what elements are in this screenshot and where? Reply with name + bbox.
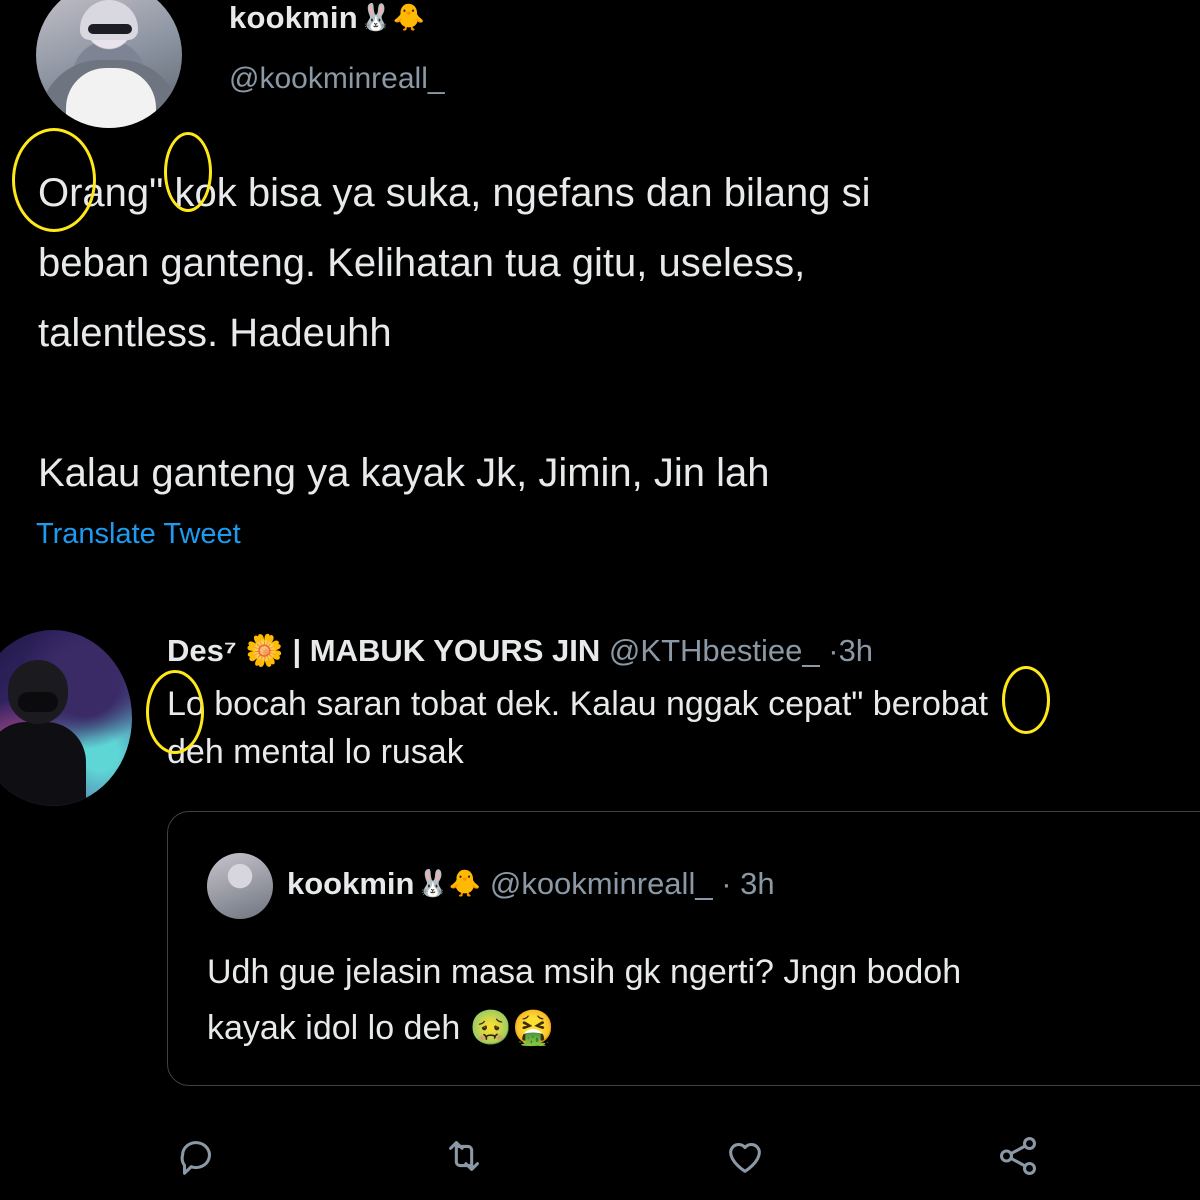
quoted-author-name: kookmin [287,866,415,901]
reply-header: Des⁷ 🌼 | MABUK YOURS JIN @KTHbestiee_ ·3… [167,632,873,669]
quoted-author-handle: @kookminreall_ [489,866,713,901]
annotation-circle [164,132,212,212]
author-name[interactable]: kookmin🐰🐥 [229,0,425,36]
quoted-separator: · [721,866,732,901]
quoted-header: kookmin🐰🐥 @kookminreall_ · 3h [287,866,775,902]
quoted-text: Udh gue jelasin masa msih gk ngerti? Jng… [207,953,962,1047]
heart-icon [729,1142,761,1173]
annotation-circle [146,670,204,754]
author-handle[interactable]: @kookminreall_ [229,62,445,96]
author-avatar[interactable] [36,0,182,128]
like-button[interactable] [717,1128,773,1184]
reply-time[interactable]: 3h [839,633,873,668]
reply-author-handle[interactable]: @KTHbestiee_ [609,633,820,668]
reply-author-name[interactable]: Des⁷ 🌼 | MABUK YOURS JIN [167,633,600,668]
author-emoji: 🐰🐥 [359,2,426,32]
reply-icon [180,1141,211,1175]
quoted-author-emoji: 🐰🐥 [416,868,482,898]
tweet-text: Orang" kok bisa ya suka, ngefans dan bil… [38,171,871,495]
author-name-text: kookmin [229,0,358,35]
annotation-circle [1002,666,1050,734]
reply-separator: · [828,633,839,668]
share-icon [999,1137,1037,1175]
retweet-icon [449,1141,479,1171]
reply-button[interactable] [168,1128,224,1184]
translate-tweet-link[interactable]: Translate Tweet [36,518,241,551]
reply-author-avatar[interactable] [0,630,132,806]
share-button[interactable] [990,1128,1046,1184]
retweet-button[interactable] [436,1128,492,1184]
annotation-circle [12,128,96,232]
quoted-time: 3h [740,866,775,901]
quoted-author-avatar [207,853,273,919]
